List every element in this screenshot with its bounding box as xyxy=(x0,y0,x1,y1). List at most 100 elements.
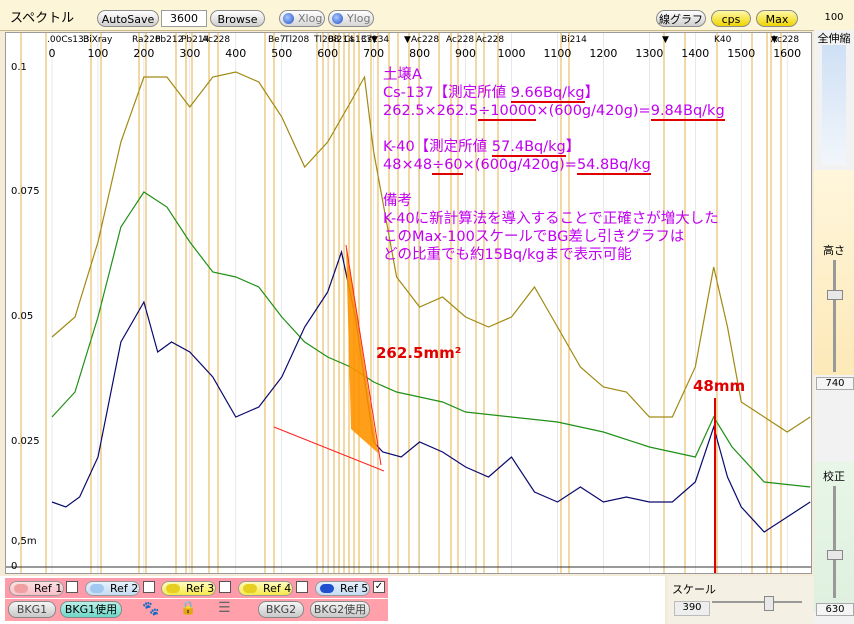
peak-label: Tl208 xyxy=(283,35,309,45)
correction-slider-thumb[interactable] xyxy=(827,550,843,560)
x-tick-label: 700 xyxy=(363,47,384,60)
annotation-k-calc: 48×48÷60×(600g/420g)=54.8Bq/kg xyxy=(383,157,651,175)
annotation-cs-calc: 262.5×262.5÷10000×(600g/420g)=9.84Bq/kg xyxy=(383,103,725,121)
height-value: 740 xyxy=(816,377,854,390)
bkg1-button[interactable]: BKG1 xyxy=(8,601,56,618)
correction-value: 630 xyxy=(816,603,854,616)
xlog-toggle[interactable]: Xlog xyxy=(279,10,325,27)
ref-5-button[interactable]: Ref 5 xyxy=(315,581,370,596)
peak-label: Be7 xyxy=(268,35,285,45)
peak-arrow-icon: ▼ xyxy=(662,35,669,45)
autosave-button[interactable]: AutoSave xyxy=(97,10,159,27)
toolbar: スペクトル AutoSave 3600 Browse Xlog Ylog 線グラ… xyxy=(0,0,854,31)
ref-5-icon xyxy=(320,584,334,593)
scale-slider-thumb[interactable] xyxy=(764,596,774,611)
y-tick-label: 0,5m xyxy=(11,536,37,547)
bkg1-use-button[interactable]: BKG1使用 xyxy=(60,601,122,618)
graph-mode-button[interactable]: 線グラフ xyxy=(656,10,706,27)
x-tick-label: 300 xyxy=(179,47,200,60)
peak-label: Bi214 xyxy=(561,35,587,45)
annotation-note-title: 備考 xyxy=(383,193,412,209)
ref-3-checkbox[interactable] xyxy=(219,581,231,593)
annotation-note-2: このMax-100スケールでBG差し引きグラフは xyxy=(383,229,685,245)
ylog-label: Ylog xyxy=(347,12,371,25)
peak-label: Ac228 xyxy=(202,35,230,45)
x-tick-label: 1200 xyxy=(589,47,617,60)
ref-4-button[interactable]: Ref 4 xyxy=(238,581,293,596)
browse-button[interactable]: Browse xyxy=(210,10,265,27)
x-tick-label: 900 xyxy=(455,47,476,60)
scale-label: スケール xyxy=(672,583,716,596)
y-tick-label: 0.1 xyxy=(11,62,27,73)
ref-1-button[interactable]: Ref 1 xyxy=(9,581,64,596)
ref-4-checkbox[interactable] xyxy=(296,581,308,593)
x-tick-label: 600 xyxy=(317,47,338,60)
peak-label: BiXray xyxy=(83,35,113,45)
annotation-note-1: K-40に新計算法を導入することで正確さが増大した xyxy=(383,211,719,227)
y-tick-label: 0.05 xyxy=(11,311,34,322)
radio-icon xyxy=(283,13,294,24)
top-value: 100 xyxy=(824,12,844,23)
paw-icon[interactable]: 🐾 xyxy=(142,601,159,617)
ref-2-checkbox[interactable] xyxy=(143,581,155,593)
height-slider-thumb[interactable] xyxy=(827,290,843,300)
bkg2-use-button[interactable]: BKG2使用 xyxy=(310,601,370,618)
height-label: 48mm xyxy=(693,377,746,395)
menu-icon[interactable]: ☰ xyxy=(218,600,231,616)
scale-value: 390 xyxy=(674,601,710,616)
ref-1-icon xyxy=(14,584,28,593)
x-tick-label: 200 xyxy=(133,47,154,60)
zoom-gauge xyxy=(822,45,846,165)
x-tick-label: 500 xyxy=(271,47,292,60)
x-tick-label: 800 xyxy=(409,47,430,60)
peak-arrow-icon: ▼ xyxy=(404,35,411,45)
area-label: 262.5mm² xyxy=(376,344,462,362)
annotation-text: 土壌A Cs-137【測定所値 9.66Bq/kg】 262.5×262.5÷1… xyxy=(383,66,725,264)
bkg2-button[interactable]: BKG2 xyxy=(258,601,304,618)
peak-label: Ac228 xyxy=(411,35,439,45)
x-tick-label: 1000 xyxy=(498,47,526,60)
height-slider-track xyxy=(833,260,836,372)
x-tick-label: 1300 xyxy=(635,47,663,60)
ylog-toggle[interactable]: Ylog xyxy=(328,10,374,27)
x-tick-label: 100 xyxy=(87,47,108,60)
x-tick-label: 400 xyxy=(225,47,246,60)
max-button[interactable]: Max xyxy=(756,10,798,27)
radio-icon xyxy=(332,13,343,24)
ref-4-icon xyxy=(243,584,257,593)
zoom-label: 全伸縮 xyxy=(817,32,851,45)
correction-slider-track xyxy=(833,486,836,598)
peak-label: Pb212 xyxy=(155,35,183,45)
y-tick-label: 0.025 xyxy=(11,436,40,447)
annotation-k-line: K-40【測定所値 57.4Bq/kg】 xyxy=(383,139,581,157)
peak-label: K40 xyxy=(714,35,732,45)
x-tick-label: 1100 xyxy=(543,47,571,60)
peak-arrow-icon: ▼ xyxy=(771,35,778,45)
peak-label: Ac228 xyxy=(476,35,504,45)
window-title: スペクトル xyxy=(10,11,75,26)
ref-1-checkbox[interactable] xyxy=(66,581,78,593)
x-tick-label: 1600 xyxy=(773,47,801,60)
annotation-note-3: どの比重でも約15Bq/kgまで表示可能 xyxy=(383,247,632,263)
correction-label: 校正 xyxy=(823,470,845,483)
annotation-title: 土壌A xyxy=(383,67,422,83)
peak-arrow-icon: ▼ xyxy=(371,35,378,45)
cps-button[interactable]: cps xyxy=(711,10,751,27)
x-tick-label: 0 xyxy=(49,47,56,60)
ref-2-button[interactable]: Ref 2 xyxy=(85,581,140,596)
height-label: 高さ xyxy=(823,244,845,257)
xlog-label: Xlog xyxy=(298,12,323,25)
ref-5-checkbox[interactable]: ✓ xyxy=(373,581,385,593)
y-tick-label: 0 xyxy=(11,561,18,572)
ref-3-button[interactable]: Ref 3 xyxy=(161,581,216,596)
annotation-cs-line: Cs-137【測定所値 9.66Bq/kg】 xyxy=(383,85,600,103)
scale-slider-track xyxy=(712,601,802,603)
ref-2-icon xyxy=(90,584,104,593)
lock-icon[interactable]: 🔒 xyxy=(180,601,196,616)
x-tick-label: 1400 xyxy=(681,47,709,60)
right-panel: 100 全伸縮 高さ 校正 xyxy=(814,12,854,624)
ref-3-icon xyxy=(166,584,180,593)
y-tick-label: 0.075 xyxy=(11,186,40,197)
time-field[interactable]: 3600 xyxy=(161,10,207,27)
x-tick-label: 1500 xyxy=(727,47,755,60)
